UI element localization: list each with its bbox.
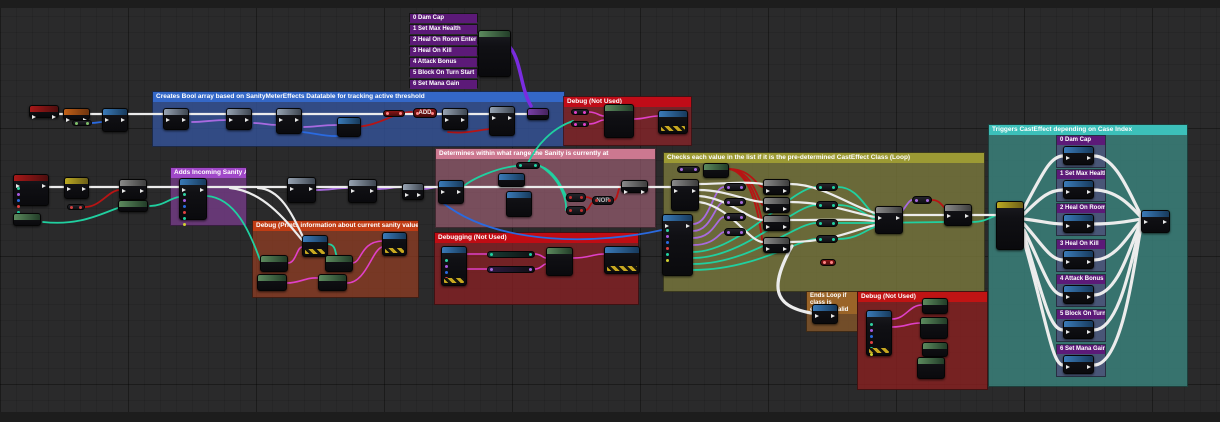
node-event-top[interactable] xyxy=(29,105,59,118)
node-append-4[interactable] xyxy=(318,274,347,291)
top-edge-band xyxy=(0,0,1220,8)
node-effect-attack-bonus[interactable] xyxy=(1063,285,1094,304)
pill-loop-index[interactable] xyxy=(677,166,700,173)
node-branch-2[interactable] xyxy=(763,197,790,213)
node-branch-3[interactable] xyxy=(763,215,790,231)
node-append-5[interactable] xyxy=(546,247,573,276)
node-append-8[interactable] xyxy=(922,342,948,357)
pill-add[interactable]: ADD xyxy=(413,108,437,118)
node-merge-out[interactable] xyxy=(1141,210,1170,233)
pill-convert-1[interactable] xyxy=(487,251,535,258)
pill-convert-2[interactable] xyxy=(487,266,535,273)
node-effect-heal-on-room-enter[interactable] xyxy=(1063,214,1094,233)
node-event-sanity[interactable] xyxy=(13,174,49,206)
pill-set-4[interactable] xyxy=(816,235,838,243)
pill-nor[interactable]: NOR xyxy=(592,196,614,205)
pill-cmp-1[interactable] xyxy=(566,193,586,202)
node-print-3[interactable] xyxy=(441,246,467,286)
node-branch-4[interactable] xyxy=(763,237,790,253)
node-mid-2[interactable] xyxy=(348,179,377,203)
pill-eq-4[interactable] xyxy=(724,228,746,236)
node-switch-mid[interactable] xyxy=(671,179,699,211)
node-switch-on-int[interactable] xyxy=(996,201,1024,250)
node-print-string-top[interactable] xyxy=(658,110,688,134)
pill-increment[interactable] xyxy=(912,196,932,204)
node-effect-dam-cap[interactable] xyxy=(1063,146,1094,165)
node-get-class[interactable] xyxy=(703,163,729,178)
node-get-small-2[interactable] xyxy=(118,200,148,212)
node-effect-set-max-health[interactable] xyxy=(1063,180,1094,199)
pill-set-1[interactable] xyxy=(816,183,838,191)
pill-eq-1[interactable] xyxy=(724,183,746,191)
node-add-sanity[interactable] xyxy=(179,178,207,220)
node-func-2[interactable] xyxy=(226,108,252,130)
bottom-edge-band xyxy=(0,412,1220,422)
node-array-set[interactable] xyxy=(527,108,549,120)
pill-eq-3[interactable] xyxy=(724,213,746,221)
node-effect-set-mana-gain[interactable] xyxy=(1063,355,1094,374)
node-effect-heal-on-kill[interactable] xyxy=(1063,250,1094,269)
node-range-branch[interactable] xyxy=(621,180,648,193)
pill-compare[interactable] xyxy=(67,204,85,210)
node-macro[interactable] xyxy=(64,177,89,199)
node-append-7[interactable] xyxy=(920,317,948,339)
pill-debug-b[interactable] xyxy=(571,121,589,127)
node-func-1[interactable] xyxy=(163,108,189,130)
node-append-3[interactable] xyxy=(325,255,353,272)
node-branch-left[interactable] xyxy=(119,179,147,200)
node-branch-out[interactable] xyxy=(944,204,972,226)
pill-set-3[interactable] xyxy=(816,219,838,227)
node-foreach[interactable] xyxy=(662,214,693,276)
node-range-2[interactable] xyxy=(498,173,525,187)
node-print-4[interactable] xyxy=(604,246,640,274)
node-print-1[interactable] xyxy=(302,235,328,257)
node-range-1[interactable] xyxy=(438,180,464,204)
node-get-value[interactable] xyxy=(337,117,361,137)
node-get-small[interactable] xyxy=(13,213,41,226)
node-effect-block-on-turn-start[interactable] xyxy=(1063,320,1094,339)
node-branch-1[interactable] xyxy=(763,179,790,195)
node-mid-3[interactable] xyxy=(402,183,424,200)
node-make-array[interactable] xyxy=(478,30,511,77)
pill-eq-2[interactable] xyxy=(724,198,746,206)
node-append-9[interactable] xyxy=(917,357,945,379)
node-print-5[interactable] xyxy=(866,310,892,356)
node-orange-top[interactable] xyxy=(63,108,90,120)
pill-debug-a[interactable] xyxy=(571,109,589,115)
pill-cmp-2[interactable] xyxy=(566,206,586,215)
node-print-2[interactable] xyxy=(382,232,407,256)
pill-set-2[interactable] xyxy=(816,201,838,209)
node-append-6[interactable] xyxy=(922,298,948,314)
node-func-4[interactable] xyxy=(442,108,468,130)
node-func-5[interactable] xyxy=(489,106,515,136)
node-blue-top[interactable] xyxy=(102,108,128,132)
node-append[interactable] xyxy=(604,104,634,138)
node-mid-1[interactable] xyxy=(287,177,316,203)
pill-red-small[interactable] xyxy=(820,259,836,266)
pill-red[interactable] xyxy=(383,110,405,117)
node-append-2[interactable] xyxy=(257,274,287,291)
node-append-1[interactable] xyxy=(260,255,288,272)
pill-getter[interactable] xyxy=(72,120,92,126)
pill-range[interactable] xyxy=(516,162,540,169)
node-func-3[interactable] xyxy=(276,108,302,134)
node-sequence[interactable] xyxy=(875,206,903,234)
blueprint-graph-canvas[interactable]: Creates Bool array based on SanityMeterE… xyxy=(0,0,1220,422)
node-range-3[interactable] xyxy=(506,191,532,217)
node-break-loop[interactable] xyxy=(812,304,838,324)
